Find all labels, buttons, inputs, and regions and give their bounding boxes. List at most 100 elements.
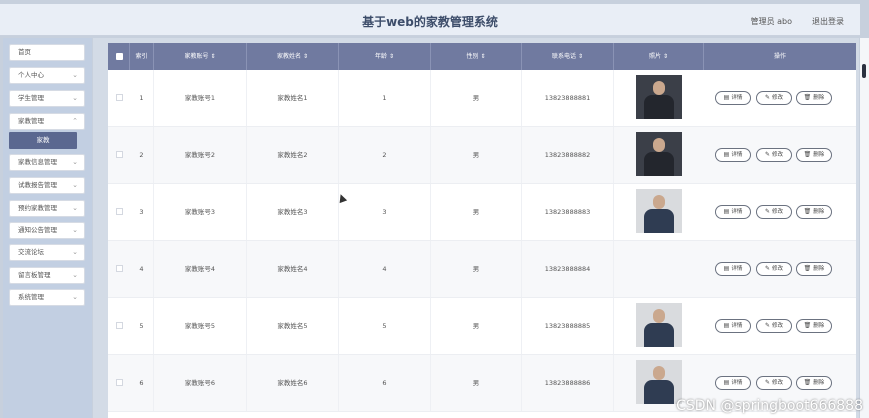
- watermark: CSDN @springboot666888: [676, 398, 863, 414]
- delete-button[interactable]: 🗑 删除: [796, 205, 832, 219]
- sidebar-item-booking[interactable]: 预约家教管理 ⌄: [9, 200, 85, 217]
- detail-icon: ▤: [723, 265, 730, 272]
- sidebar-item-label: 交流论坛: [18, 248, 44, 256]
- photo-head: [653, 81, 665, 95]
- delete-button[interactable]: 🗑 删除: [796, 376, 832, 390]
- cell-account: 家教账号4: [154, 241, 247, 297]
- sidebar-item-tutors[interactable]: 家教管理 ⌃: [9, 113, 85, 130]
- column-header-account[interactable]: 家教账号 ⇕: [154, 43, 247, 70]
- delete-button[interactable]: 🗑 删除: [796, 91, 832, 105]
- delete-label: 删除: [813, 152, 825, 158]
- delete-button[interactable]: 🗑 删除: [796, 148, 832, 162]
- sidebar-item-system[interactable]: 系统管理 ⌄: [9, 289, 85, 306]
- cell-age: 6: [339, 355, 431, 411]
- delete-button[interactable]: 🗑 删除: [796, 319, 832, 333]
- sidebar-item-home[interactable]: 首页: [9, 44, 85, 61]
- tutor-photo: [636, 132, 682, 176]
- photo-head: [653, 366, 665, 380]
- edit-icon: ✎: [764, 379, 770, 386]
- edit-label: 修改: [772, 95, 784, 101]
- chevron-down-icon: ⌄: [72, 181, 78, 189]
- sidebar-item-tutor-info[interactable]: 家教信息管理 ⌄: [9, 154, 85, 171]
- detail-button[interactable]: ▤ 详情: [715, 376, 751, 390]
- edit-icon: ✎: [764, 208, 770, 215]
- row-checkbox[interactable]: [116, 379, 123, 386]
- row-checkbox[interactable]: [116, 208, 123, 215]
- chevron-down-icon: ⌄: [72, 204, 78, 212]
- cell-name: 家教姓名2: [247, 127, 339, 183]
- detail-button[interactable]: ▤ 详情: [715, 319, 751, 333]
- sidebar-item-messages[interactable]: 留言板管理 ⌄: [9, 267, 85, 284]
- cell-index: 2: [130, 127, 154, 183]
- detail-button[interactable]: ▤ 详情: [715, 91, 751, 105]
- column-header-index: 索引: [130, 43, 154, 70]
- column-header-gender[interactable]: 性别 ⇕: [431, 43, 522, 70]
- column-header-photo[interactable]: 照片 ⇕: [614, 43, 704, 70]
- chevron-down-icon: ⌄: [72, 94, 78, 102]
- cell-phone: 13823888885: [522, 298, 614, 354]
- photo-head: [653, 138, 665, 152]
- detail-button[interactable]: ▤ 详情: [715, 148, 751, 162]
- row-checkbox[interactable]: [116, 265, 123, 272]
- column-label: 性别: [466, 53, 479, 60]
- scrollbar-thumb[interactable]: [862, 64, 866, 78]
- column-header-actions: 操作: [773, 53, 786, 60]
- delete-button[interactable]: 🗑 删除: [796, 262, 832, 276]
- edit-button[interactable]: ✎ 修改: [756, 262, 792, 276]
- row-checkbox[interactable]: [116, 151, 123, 158]
- sidebar-item-label: 预约家教管理: [18, 204, 57, 212]
- edit-label: 修改: [772, 380, 784, 386]
- cell-account: 家教账号3: [154, 184, 247, 240]
- column-header-phone[interactable]: 联系电话 ⇕: [522, 43, 614, 70]
- table-row: 4 家教账号4 家教姓名4 4 男 13823888884 ▤ 详情 ✎ 修改 🗑 删除: [108, 241, 856, 298]
- cell-account: 家教账号5: [154, 298, 247, 354]
- detail-label: 详情: [731, 266, 743, 272]
- select-all-checkbox[interactable]: [108, 43, 130, 70]
- edit-button[interactable]: ✎ 修改: [756, 376, 792, 390]
- logout-link[interactable]: 退出登录: [812, 16, 844, 27]
- column-header-name[interactable]: 家教姓名 ⇕: [247, 43, 339, 70]
- page-title: 基于web的家教管理系统: [362, 15, 498, 29]
- cell-phone: 13823888886: [522, 355, 614, 411]
- column-label: 家教账号: [184, 53, 209, 60]
- row-checkbox[interactable]: [116, 322, 123, 329]
- sidebar-item-label: 系统管理: [18, 293, 44, 301]
- sidebar-item-label: 家教管理: [18, 117, 44, 125]
- sidebar-subitem-tutor[interactable]: 家教: [9, 132, 77, 149]
- row-checkbox[interactable]: [116, 94, 123, 101]
- detail-button[interactable]: ▤ 详情: [715, 205, 751, 219]
- detail-label: 详情: [731, 380, 743, 386]
- detail-icon: ▤: [723, 151, 730, 158]
- edit-button[interactable]: ✎ 修改: [756, 91, 792, 105]
- photo-body: [644, 323, 674, 347]
- cell-gender: 男: [431, 184, 522, 240]
- detail-label: 详情: [731, 95, 743, 101]
- sidebar-item-profile[interactable]: 个人中心 ⌄: [9, 67, 85, 84]
- sidebar-item-trial-report[interactable]: 试教报告管理 ⌄: [9, 177, 85, 194]
- cell-gender: 男: [431, 241, 522, 297]
- edit-button[interactable]: ✎ 修改: [756, 205, 792, 219]
- photo-body: [644, 152, 674, 176]
- column-header-age[interactable]: 年龄 ⇕: [339, 43, 431, 70]
- edit-button[interactable]: ✎ 修改: [756, 148, 792, 162]
- table-row: 5 家教账号5 家教姓名5 5 男 13823888885 ▤ 详情 ✎ 修改 🗑 删除: [108, 298, 856, 355]
- chevron-down-icon: ⌄: [72, 226, 78, 234]
- edit-label: 修改: [772, 209, 784, 215]
- sidebar-item-forum[interactable]: 交流论坛 ⌄: [9, 244, 85, 261]
- cell-index: 4: [130, 241, 154, 297]
- sidebar-item-notice[interactable]: 通知公告管理 ⌄: [9, 222, 85, 239]
- edit-icon: ✎: [764, 265, 770, 272]
- chevron-up-icon: ⌃: [72, 117, 78, 125]
- scrollbar[interactable]: [860, 38, 869, 418]
- cell-name: 家教姓名3: [247, 184, 339, 240]
- detail-button[interactable]: ▤ 详情: [715, 262, 751, 276]
- detail-icon: ▤: [723, 208, 730, 215]
- sidebar-item-students[interactable]: 学生管理 ⌄: [9, 90, 85, 107]
- column-label: 家教姓名: [277, 53, 302, 60]
- edit-button[interactable]: ✎ 修改: [756, 319, 792, 333]
- current-user: 管理员 abo: [750, 17, 792, 26]
- table-row: 3 家教账号3 家教姓名3 3 男 13823888883 ▤ 详情 ✎ 修改 🗑 删除: [108, 184, 856, 241]
- cell-name: 家教姓名1: [247, 70, 339, 126]
- chevron-down-icon: ⌄: [72, 71, 78, 79]
- table-row: 2 家教账号2 家教姓名2 2 男 13823888882 ▤ 详情 ✎ 修改 🗑 删除: [108, 127, 856, 184]
